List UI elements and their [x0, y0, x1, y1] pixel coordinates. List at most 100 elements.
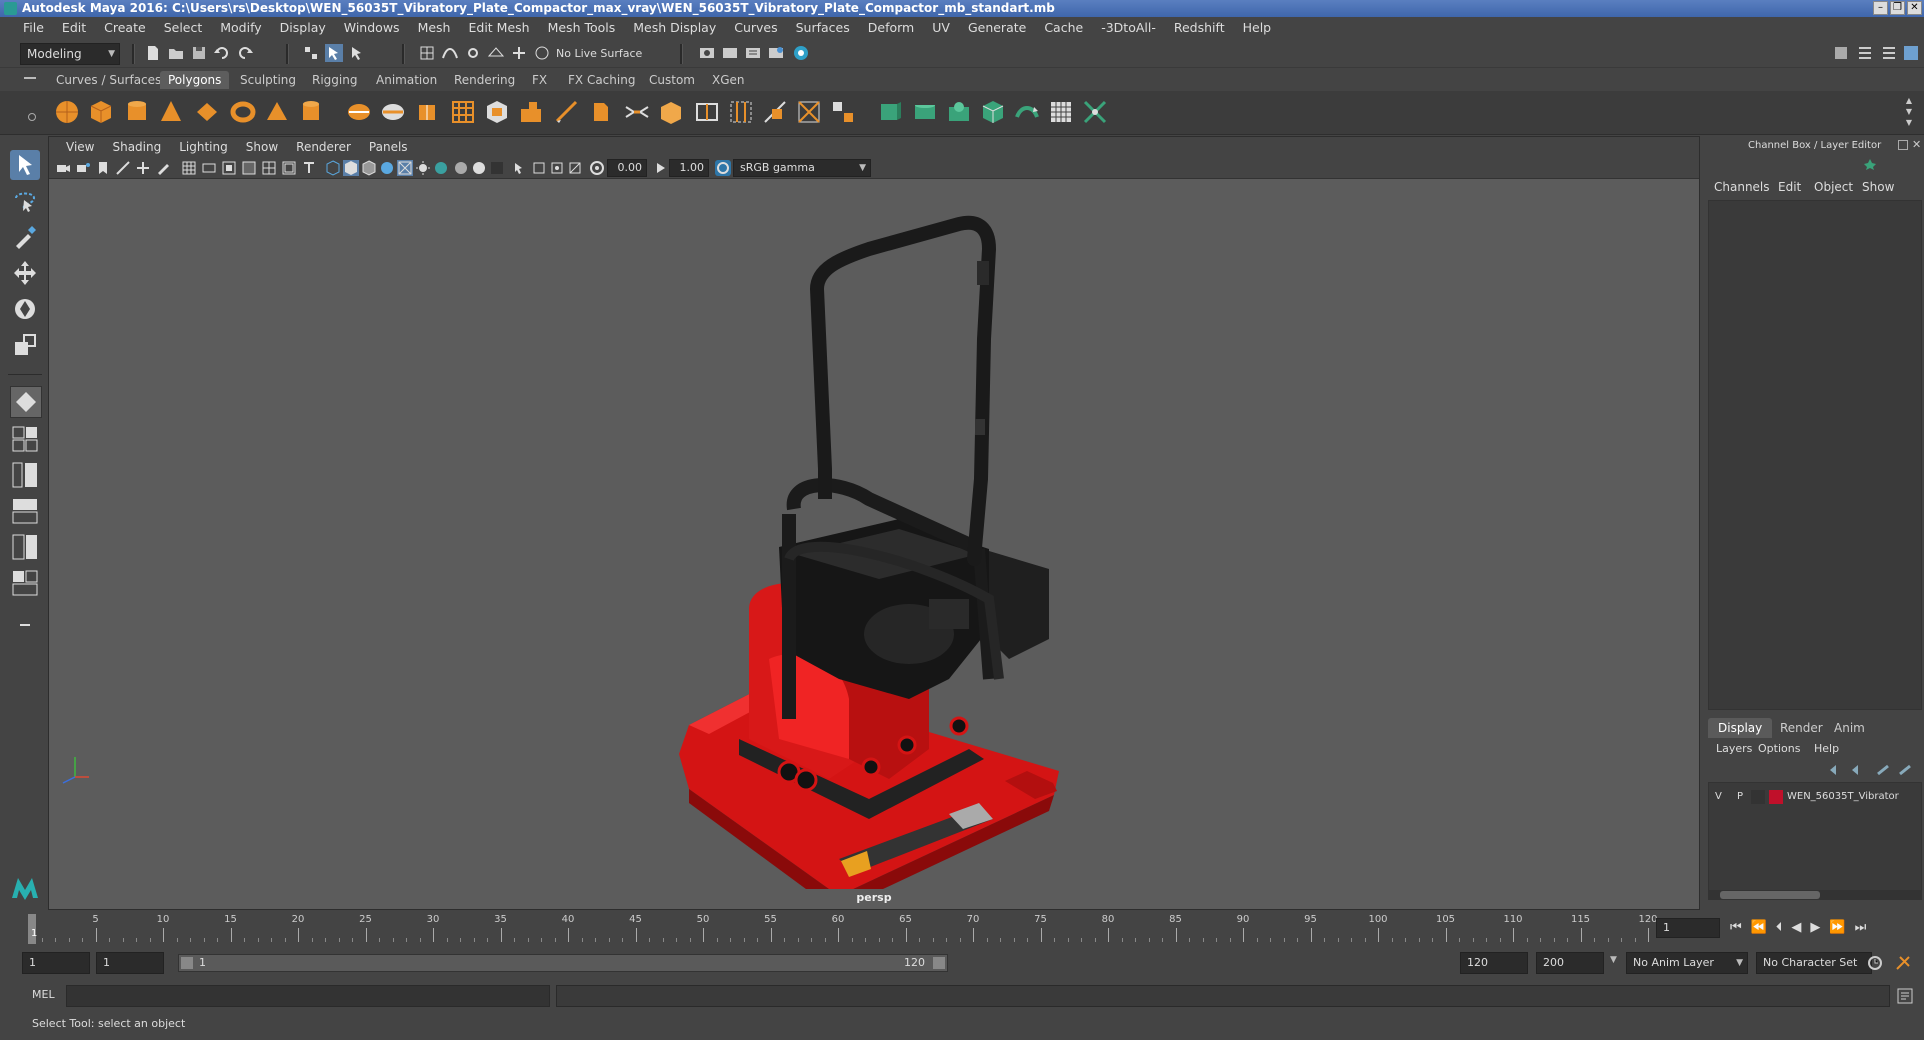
attribute-editor-toggle-icon[interactable] — [1864, 158, 1876, 170]
layer-color-swatch[interactable] — [1769, 790, 1783, 804]
go-to-end-icon[interactable]: ⏭ — [1855, 920, 1876, 935]
xray-joints-icon[interactable] — [549, 160, 565, 176]
layer-list-scrollbar[interactable] — [1708, 890, 1922, 900]
uv-unfold-icon[interactable] — [1014, 99, 1040, 125]
snap-to-view-plane-icon[interactable] — [487, 44, 505, 62]
xray-icon[interactable] — [531, 160, 547, 176]
xray-components-icon[interactable] — [567, 160, 583, 176]
shelf-tab-fx[interactable]: FX — [524, 71, 555, 89]
time-slider[interactable]: 5 10 15 20 25 30 35 40 45 50 55 60 65 70 75 80 85 90 95 100… — [0, 912, 1924, 946]
smooth-shade-all-icon[interactable] — [343, 160, 359, 176]
script-editor-icon[interactable] — [1896, 987, 1914, 1005]
layer-menu-layers[interactable]: Layers — [1716, 742, 1752, 755]
channel-box-menu-show[interactable]: Show — [1862, 180, 1894, 194]
play-forwards-icon[interactable]: ▶ — [1810, 920, 1829, 935]
make-live-icon[interactable] — [510, 44, 528, 62]
menu-deform[interactable]: Deform — [859, 17, 923, 39]
image-plane-icon[interactable] — [115, 160, 131, 176]
motion-blur-icon[interactable] — [453, 160, 469, 176]
bookmark-icon[interactable] — [95, 160, 111, 176]
color-space-dropdown[interactable]: sRGB gamma ▼ — [733, 159, 871, 177]
lasso-tool-icon[interactable] — [10, 186, 40, 216]
channel-box-menu-edit[interactable]: Edit — [1778, 180, 1801, 194]
menu-curves[interactable]: Curves — [725, 17, 786, 39]
playback-start-field[interactable]: 1 — [96, 952, 164, 974]
offset-edge-loop-icon[interactable] — [728, 99, 754, 125]
render-view-icon[interactable] — [792, 44, 810, 62]
booleans-icon[interactable] — [484, 99, 510, 125]
shelf-tab-xgen[interactable]: XGen — [704, 71, 753, 89]
attribute-editor-icon[interactable] — [1856, 44, 1874, 62]
depth-of-field-icon[interactable] — [489, 160, 505, 176]
cylindrical-mapping-icon[interactable] — [912, 99, 938, 125]
exposure-field[interactable]: 0.00 — [607, 159, 647, 177]
film-gate-icon[interactable] — [201, 160, 217, 176]
select-tool-icon[interactable] — [10, 150, 40, 180]
save-scene-icon[interactable] — [190, 44, 208, 62]
shelf-tab-rigging[interactable]: Rigging — [304, 71, 365, 89]
current-frame-field[interactable]: 1 — [1656, 918, 1720, 938]
combine-icon[interactable] — [346, 99, 372, 125]
shelf-tab-custom[interactable]: Custom — [641, 71, 703, 89]
rotate-tool-icon[interactable] — [10, 294, 40, 324]
snap-to-point-icon[interactable] — [464, 44, 482, 62]
shelf-tab-curves-surfaces[interactable]: Curves / Surfaces — [48, 71, 169, 89]
spherical-mapping-icon[interactable] — [946, 99, 972, 125]
command-input[interactable] — [66, 985, 550, 1007]
textured-icon[interactable] — [379, 160, 395, 176]
multi-cut-icon[interactable] — [554, 99, 580, 125]
redo-icon[interactable] — [236, 44, 254, 62]
new-layer-icon[interactable] — [1876, 764, 1890, 776]
viewport-menu-lighting[interactable]: Lighting — [170, 140, 237, 154]
select-camera-icon[interactable] — [55, 160, 71, 176]
viewport-menu-renderer[interactable]: Renderer — [287, 140, 360, 154]
menu-file[interactable]: File — [14, 17, 53, 39]
menu-display[interactable]: Display — [271, 17, 335, 39]
menu-3dtoall[interactable]: -3DtoAll- — [1092, 17, 1165, 39]
step-forward-key-icon[interactable]: ⏩ — [1829, 920, 1854, 935]
paint-select-tool-icon[interactable] — [10, 222, 40, 252]
time-slider-track[interactable]: 5 10 15 20 25 30 35 40 45 50 55 60 65 70 75 80 85 90 95 100… — [28, 912, 1658, 946]
menu-help[interactable]: Help — [1234, 17, 1281, 39]
move-layer-down-icon[interactable] — [1850, 764, 1864, 776]
snap-to-curve-icon[interactable] — [441, 44, 459, 62]
wireframe-on-shaded-icon[interactable] — [361, 160, 377, 176]
persp-graph-layout-icon[interactable] — [10, 496, 40, 526]
planar-mapping-icon[interactable] — [878, 99, 904, 125]
grease-pencil-icon[interactable] — [155, 160, 171, 176]
layer-menu-help[interactable]: Help — [1814, 742, 1839, 755]
append-to-polygon-icon[interactable] — [658, 99, 684, 125]
use-all-lights-icon[interactable] — [397, 160, 413, 176]
character-set-dropdown[interactable]: No Character Set — [1756, 952, 1872, 974]
shelf-tab-rendering[interactable]: Rendering — [446, 71, 523, 89]
menu-edit[interactable]: Edit — [53, 17, 95, 39]
resolution-gate-icon[interactable] — [221, 160, 237, 176]
hypershade-layout-icon[interactable] — [10, 532, 40, 562]
layer-playback-toggle[interactable]: P — [1737, 791, 1743, 802]
animation-start-field[interactable]: 1 — [22, 952, 90, 974]
hypershade-icon[interactable] — [767, 44, 785, 62]
layer-tab-anim[interactable]: Anim — [1824, 718, 1875, 738]
playback-end-field[interactable]: 120 — [1460, 952, 1528, 974]
extract-icon[interactable] — [414, 99, 440, 125]
merge-icon[interactable] — [796, 99, 822, 125]
safe-title-icon[interactable] — [301, 160, 317, 176]
extrude-icon[interactable] — [518, 99, 544, 125]
camera-attributes-icon[interactable] — [75, 160, 91, 176]
range-end-handle[interactable] — [933, 957, 945, 969]
command-language-label[interactable]: MEL — [32, 988, 55, 1001]
snap-together-icon[interactable] — [533, 44, 551, 62]
layer-tab-display[interactable]: Display — [1708, 718, 1773, 738]
expand-layouts-icon[interactable] — [10, 610, 40, 640]
layer-visibility-toggle[interactable]: V — [1715, 791, 1722, 802]
new-scene-icon[interactable] — [144, 44, 162, 62]
exposure-icon[interactable] — [589, 160, 605, 176]
separate-icon[interactable] — [380, 99, 406, 125]
perspective-viewport[interactable]: View Shading Lighting Show Renderer Pane… — [48, 136, 1700, 910]
wireframe-icon[interactable] — [325, 160, 341, 176]
grid-toggle-icon[interactable] — [181, 160, 197, 176]
menu-redshift[interactable]: Redshift — [1165, 17, 1234, 39]
layer-menu-options[interactable]: Options — [1758, 742, 1800, 755]
gamma-field[interactable]: 1.00 — [669, 159, 709, 177]
viewport-menu-view[interactable]: View — [57, 140, 103, 154]
